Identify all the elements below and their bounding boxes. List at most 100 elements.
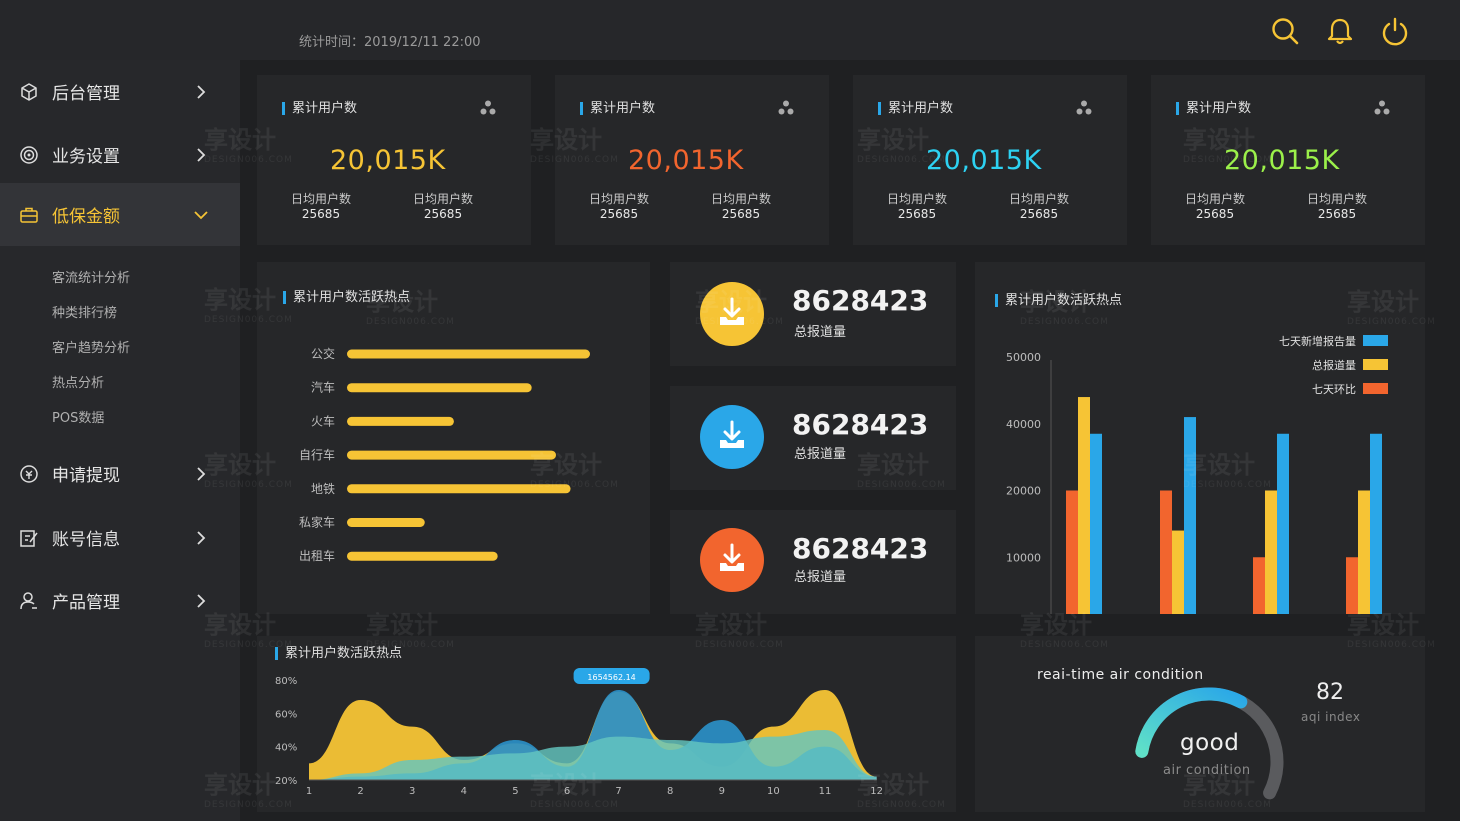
- sidebar-item-business-settings[interactable]: 业务设置: [0, 123, 240, 186]
- air-status-sub: air condition: [1163, 763, 1251, 778]
- kpi-sub-value: 25685: [423, 207, 463, 221]
- fan-icon: [778, 100, 794, 115]
- download-icon: [700, 528, 764, 592]
- bell-icon[interactable]: [1325, 16, 1355, 46]
- area-xtick: 1: [306, 786, 312, 797]
- sidebar-item-withdraw[interactable]: 申请提现: [0, 442, 240, 505]
- top-bar: 统计时间：2019/12/11 22:00: [0, 0, 1460, 60]
- download-circle: [700, 282, 764, 346]
- report-value: 8628423: [792, 532, 929, 565]
- report-value: 8628423: [792, 284, 929, 317]
- vbar-legend-swatch: [1363, 383, 1388, 394]
- vbar-bar: [1370, 433, 1382, 614]
- vbar-legend-label: 七天环比: [1312, 383, 1356, 396]
- area-xtick: 12: [870, 786, 883, 797]
- vbar-bar: [1160, 490, 1172, 614]
- report-label: 总报道量: [794, 447, 847, 462]
- vbar-legend-swatch: [1363, 359, 1388, 370]
- sidebar-item-products[interactable]: 产品管理: [0, 569, 240, 632]
- kpi-sub-value: 25685: [1317, 207, 1357, 221]
- chevron-right-icon: [197, 84, 206, 99]
- sidebar-item-backend[interactable]: 后台管理: [0, 60, 240, 123]
- area-ytick: 40%: [275, 743, 297, 754]
- user-icon: [20, 591, 37, 609]
- area-xtick: 6: [564, 786, 570, 797]
- kpi-sub-value: 25685: [897, 207, 937, 221]
- vbar-legend-label: 七天新增报告量: [1279, 334, 1356, 348]
- sidebar-subitem-category-ranking[interactable]: 种类排行榜: [52, 302, 117, 321]
- hbar-category-label: 火车: [311, 413, 335, 428]
- kpi-value: 20,015K: [926, 145, 1042, 176]
- hbar-category-label: 公交: [311, 346, 335, 361]
- kpi-sub-label: 日均用户数: [1008, 192, 1069, 206]
- sidebar-subitem-traffic-stats[interactable]: 客流统计分析: [52, 267, 130, 286]
- vbar-bar: [1078, 397, 1090, 614]
- sidebar-subitem-hotspot[interactable]: 热点分析: [52, 372, 104, 391]
- chevron-right-icon: [197, 466, 206, 481]
- kpi-sub-label: 日均用户数: [1184, 192, 1245, 206]
- hbar-category-label: 汽车: [311, 380, 335, 395]
- kpi-card: 累计用户数 20,015K 日均用户数 25685 日均用户数 25685: [1151, 75, 1425, 245]
- vbar-legend-label: 总报道量: [1312, 358, 1356, 372]
- sidebar-item-label: 低保金额: [52, 207, 120, 227]
- area-xtick: 9: [719, 786, 725, 797]
- area-xtick: 11: [819, 786, 832, 797]
- sidebar-item-account[interactable]: 账号信息: [0, 506, 240, 569]
- hbar-category-label: 出租车: [299, 548, 335, 563]
- hbar-bar: [347, 518, 425, 527]
- vbar-ytick: 20000: [1006, 485, 1041, 498]
- kpi-sub-value: 25685: [599, 207, 639, 221]
- kpi-sub-label: 日均用户数: [412, 192, 473, 206]
- hbar-bar: [347, 551, 498, 561]
- kpi-sub-label: 日均用户数: [290, 192, 351, 206]
- chevron-right-icon: [197, 530, 206, 545]
- hbar-category-label: 私家车: [299, 515, 335, 530]
- kpi-card: 累计用户数 20,015K 日均用户数 25685 日均用户数 25685: [853, 75, 1127, 245]
- area-ytick: 60%: [275, 709, 297, 720]
- sidebar-subitem-customer-trend[interactable]: 客户趋势分析: [52, 337, 130, 356]
- sidebar-item-label: 产品管理: [52, 593, 120, 613]
- area-xtick: 7: [615, 786, 621, 797]
- hbar-bar: [347, 416, 454, 426]
- power-icon[interactable]: [1380, 16, 1410, 46]
- stat-time: 统计时间：2019/12/11 22:00: [299, 35, 481, 50]
- report-stat-card: 8628423 总报道量: [670, 386, 956, 490]
- air-gauge: [1135, 687, 1284, 800]
- vbar-bar: [1265, 490, 1277, 614]
- kpi-sub-value: 25685: [1019, 207, 1059, 221]
- area-chart: 80%60%40%20%1 2 3 4 5 6 7 8 9 10 11 121654562.14: [275, 668, 883, 797]
- area-xtick: 3: [409, 786, 415, 797]
- kpi-sub-label: 日均用户数: [710, 192, 771, 206]
- kpi-sub-value: 25685: [1195, 207, 1235, 221]
- vbar-bar: [1066, 490, 1078, 614]
- sidebar-item-allowance[interactable]: 低保金额: [0, 183, 240, 246]
- vbar-bar: [1253, 557, 1265, 614]
- area-xtick: 2: [357, 786, 363, 797]
- briefcase-icon: [20, 207, 38, 223]
- area-tooltip-text: 1654562.14: [587, 673, 635, 682]
- sidebar: 后台管理 业务设置 低保金额 客流统计分析 种类排行榜 客户趋势分析 热点分析 …: [0, 60, 240, 821]
- sidebar-subitem-pos-data[interactable]: POS数据: [52, 407, 104, 426]
- kpi-sub-label: 日均用户数: [588, 192, 649, 206]
- air-card: reai-time air condition 82 aqi index goo…: [975, 636, 1425, 812]
- sidebar-item-label: 账号信息: [52, 530, 120, 550]
- report-stat-card: 8628423 总报道量: [670, 510, 956, 614]
- sidebar-item-label: 申请提现: [52, 466, 120, 486]
- report-label: 总报道量: [794, 325, 847, 340]
- vbar-ytick: 10000: [1006, 551, 1041, 564]
- vbar-bar: [1172, 530, 1184, 614]
- area-xtick: 5: [512, 786, 518, 797]
- vbar-chart: 0100002000040000500001111122222333334444…: [1006, 334, 1388, 614]
- vbar-card: 累计用户数活跃热点 010000200004000050000111112222…: [975, 262, 1425, 614]
- hbar-category-label: 地铁: [311, 482, 335, 496]
- kpi-sub-value: 25685: [721, 207, 761, 221]
- vbar-legend-swatch: [1363, 335, 1388, 346]
- kpi-card-title: 累计用户数: [1176, 102, 1251, 115]
- sidebar-item-label: 后台管理: [52, 84, 120, 104]
- target-icon: [20, 145, 38, 164]
- search-icon[interactable]: [1270, 16, 1300, 46]
- vbar-bar: [1358, 490, 1370, 614]
- hbar-bar: [347, 349, 590, 359]
- fan-icon: [1374, 100, 1390, 115]
- kpi-card: 累计用户数 20,015K 日均用户数 25685 日均用户数 25685: [555, 75, 829, 245]
